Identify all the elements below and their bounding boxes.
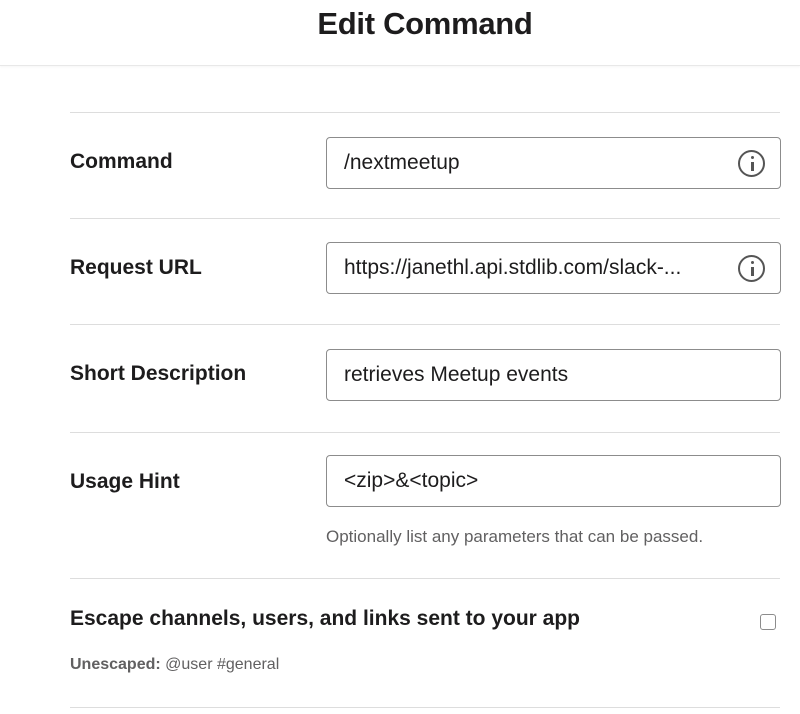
escape-checkbox[interactable] bbox=[760, 614, 776, 630]
divider bbox=[70, 218, 780, 219]
header: Edit Command bbox=[0, 0, 800, 66]
usage-hint-field[interactable] bbox=[326, 455, 781, 507]
unescaped-label: Unescaped: bbox=[70, 656, 161, 673]
divider bbox=[70, 707, 780, 708]
usage-hint-label: Usage Hint bbox=[70, 470, 180, 493]
info-icon[interactable] bbox=[738, 255, 765, 282]
unescaped-example: Unescaped: @user #general bbox=[70, 656, 279, 674]
request-url-label: Request URL bbox=[70, 256, 202, 279]
request-url-input[interactable] bbox=[327, 243, 780, 293]
short-description-input[interactable] bbox=[327, 350, 780, 400]
command-input[interactable] bbox=[327, 138, 780, 188]
usage-hint-helper: Optionally list any parameters that can … bbox=[326, 527, 704, 546]
command-label: Command bbox=[70, 150, 173, 173]
divider bbox=[70, 112, 780, 113]
unescaped-value: @user #general bbox=[165, 656, 280, 673]
divider bbox=[70, 324, 780, 325]
escape-option-label: Escape channels, users, and links sent t… bbox=[70, 607, 580, 630]
divider bbox=[70, 432, 780, 433]
divider bbox=[70, 578, 780, 579]
request-url-field[interactable] bbox=[326, 242, 781, 294]
info-icon[interactable] bbox=[738, 150, 765, 177]
usage-hint-input[interactable] bbox=[327, 456, 780, 506]
command-field[interactable] bbox=[326, 137, 781, 189]
short-description-field[interactable] bbox=[326, 349, 781, 401]
page-title: Edit Command bbox=[317, 6, 533, 41]
short-description-label: Short Description bbox=[70, 362, 247, 385]
